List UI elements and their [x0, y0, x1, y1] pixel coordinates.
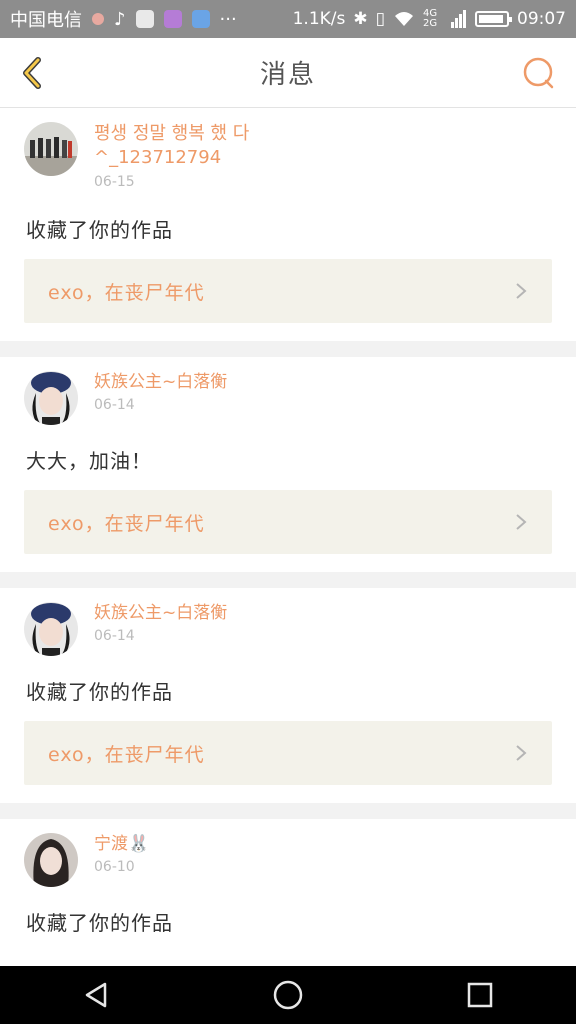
username[interactable]: 妖族公主~白落衡: [94, 371, 227, 393]
username[interactable]: 妖族公主~白落衡: [94, 602, 227, 624]
card-header: 宁渡🐰 06-10: [24, 819, 552, 887]
chevron-right-icon: [516, 745, 527, 761]
message-text: 收藏了你的作品: [26, 680, 173, 704]
chevron-right-icon: [516, 514, 527, 530]
message-date: 06-10: [94, 859, 135, 875]
square-recents-icon: [467, 982, 493, 1008]
browser-icon: [135, 10, 154, 28]
app-icon: [191, 10, 210, 28]
more-notifications-icon: ···: [219, 8, 237, 30]
carrier-label: 中国电信: [10, 10, 82, 31]
search-button[interactable]: [522, 56, 556, 90]
message-card: 평생 정말 행복 했 다 ^_123712794 06-15 收藏了你的作品 e…: [0, 108, 576, 341]
back-button[interactable]: [14, 54, 52, 92]
username-suffix: ^_123712794: [94, 147, 222, 168]
work-title: exo，在丧尸年代: [48, 512, 205, 535]
clock: 09:07: [517, 9, 566, 29]
status-bar: 中国电信 ♪ ··· 1.1K/s ✱ ▯ 4G 2G 09:07: [0, 0, 576, 38]
message-text: 大大，加油！: [26, 449, 152, 473]
network-type: 4G 2G: [423, 8, 438, 29]
nav-recents-button[interactable]: [460, 975, 500, 1015]
user-info: 妖族公主~白落衡 06-14: [94, 602, 227, 648]
message-card: 宁渡🐰 06-10 收藏了你的作品: [0, 819, 576, 966]
music-icon: ♪: [114, 8, 126, 30]
message-text: 收藏了你的作品: [26, 911, 173, 935]
nav-home-button[interactable]: [268, 975, 308, 1015]
circle-home-icon: [273, 980, 303, 1010]
message-card: 妖族公主~白落衡 06-14 收藏了你的作品 exo，在丧尸年代: [0, 588, 576, 803]
page-title: 消息: [259, 60, 316, 90]
user-info: 평생 정말 행복 했 다 ^_123712794 06-15: [94, 122, 249, 194]
vibrate-icon: ▯: [375, 9, 385, 29]
bluetooth-icon: ✱: [353, 9, 368, 29]
work-link[interactable]: exo，在丧尸年代: [24, 721, 552, 785]
notification-flower-icon: [92, 13, 104, 25]
card-header: 妖族公主~白落衡 06-14: [24, 357, 552, 425]
user-info: 宁渡🐰 06-10: [94, 833, 149, 879]
message-text: 收藏了你的作品: [26, 218, 173, 242]
work-link[interactable]: exo，在丧尸年代: [24, 259, 552, 323]
user-avatar[interactable]: [24, 602, 78, 656]
user-avatar[interactable]: [24, 833, 78, 887]
username[interactable]: 宁渡🐰: [94, 833, 149, 855]
battery-icon: [475, 11, 512, 27]
network-speed: 1.1K/s: [292, 9, 346, 29]
message-card: 妖族公主~白落衡 06-14 大大，加油！ exo，在丧尸年代: [0, 357, 576, 572]
wifi-icon: [395, 12, 413, 26]
message-date: 06-14: [94, 628, 135, 644]
message-date: 06-14: [94, 397, 135, 413]
title-bar: 消息: [0, 38, 576, 108]
signal-icon: [451, 10, 466, 28]
username[interactable]: 평생 정말 행복 했 다: [94, 122, 249, 146]
work-link[interactable]: exo，在丧尸年代: [24, 490, 552, 554]
chevron-right-icon: [516, 283, 527, 299]
card-header: 妖族公主~白落衡 06-14: [24, 588, 552, 656]
card-header: 평생 정말 행복 했 다 ^_123712794 06-15: [24, 108, 552, 194]
triangle-back-icon: [85, 982, 107, 1008]
nav-back-button[interactable]: [76, 975, 116, 1015]
message-list[interactable]: 평생 정말 행복 했 다 ^_123712794 06-15 收藏了你的作品 e…: [0, 108, 576, 966]
gallery-icon: [163, 10, 182, 28]
work-title: exo，在丧尸年代: [48, 743, 205, 766]
system-nav-bar: [0, 966, 576, 1024]
user-avatar[interactable]: [24, 371, 78, 425]
work-title: exo，在丧尸年代: [48, 281, 205, 304]
user-info: 妖族公主~白落衡 06-14: [94, 371, 227, 417]
message-date: 06-15: [94, 174, 135, 190]
user-avatar[interactable]: [24, 122, 78, 176]
